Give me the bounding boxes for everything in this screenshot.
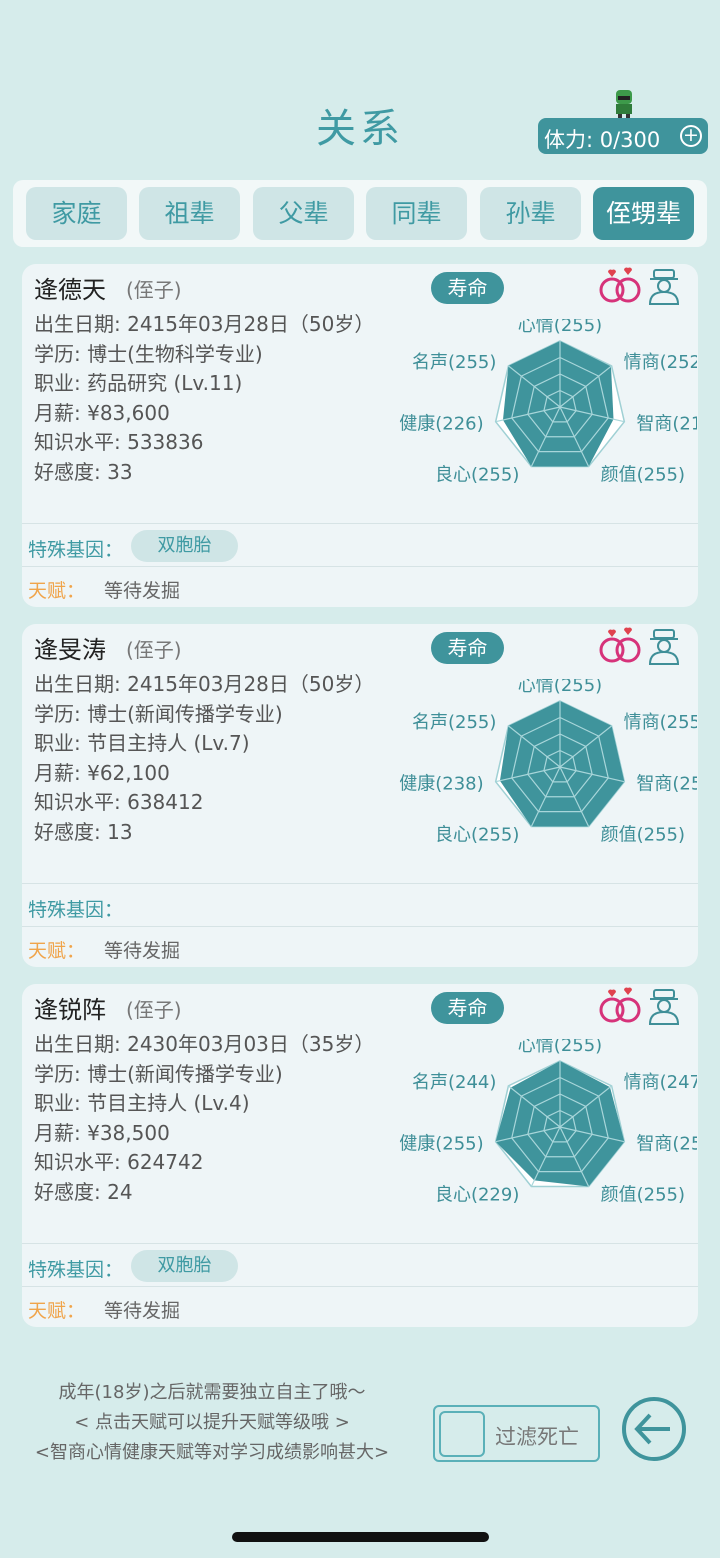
home-indicator bbox=[232, 1532, 489, 1542]
radar-label: 颜值(255) bbox=[601, 824, 685, 845]
radar-label: 智商(255) bbox=[636, 1134, 697, 1155]
talent-label: 天赋： bbox=[28, 940, 86, 962]
radar-label: 良心(229) bbox=[435, 1184, 519, 1205]
divider bbox=[22, 566, 698, 567]
divider bbox=[22, 523, 698, 524]
lifespan-button[interactable]: 寿命 bbox=[431, 992, 504, 1024]
radar-label: 心情(255) bbox=[518, 679, 602, 696]
rings-icon[interactable] bbox=[598, 266, 642, 306]
plus-icon[interactable]: + bbox=[680, 125, 702, 147]
lifespan-button[interactable]: 寿命 bbox=[431, 632, 504, 664]
talent-value[interactable]: 等待发掘 bbox=[104, 1296, 180, 1323]
divider bbox=[22, 883, 698, 884]
relation-tabs: 家庭 祖辈 父辈 同辈 孙辈 侄甥辈 bbox=[13, 180, 707, 247]
tab-grandchildren[interactable]: 孙辈 bbox=[480, 187, 581, 240]
person-icon[interactable] bbox=[646, 628, 682, 666]
talent-label: 天赋： bbox=[28, 1300, 86, 1322]
relative-relation: (侄子) bbox=[126, 278, 182, 302]
radar-label: 健康(226) bbox=[399, 414, 483, 435]
radar-label: 情商(252) bbox=[624, 352, 697, 373]
radar-label: 颜值(255) bbox=[601, 1184, 685, 1205]
stamina-label: 体力: 0/300 bbox=[544, 128, 661, 152]
relative-info: 出生日期: 2430年03月03日（35岁） 学历: 博士(新闻传播学专业) 职… bbox=[34, 1032, 375, 1204]
stamina-indicator: 体力: 0/300 + bbox=[538, 118, 708, 154]
rings-icon[interactable] bbox=[598, 626, 642, 666]
radar-data-area bbox=[499, 701, 625, 827]
special-gene-label: 特殊基因： bbox=[28, 539, 124, 561]
radar-label: 良心(255) bbox=[435, 464, 519, 485]
attribute-radar-chart: 心情(255) 情商(252) 智商(212) 颜值(255) 良心(255) 健康(22… bbox=[399, 319, 697, 485]
rings-icon[interactable] bbox=[598, 986, 642, 1026]
radar-label: 名声(244) bbox=[412, 1072, 496, 1093]
talent-label: 天赋： bbox=[28, 580, 86, 602]
radar-label: 名声(255) bbox=[412, 712, 496, 733]
special-gene-chip[interactable]: 双胞胎 bbox=[131, 1250, 238, 1282]
tab-peers[interactable]: 同辈 bbox=[366, 187, 467, 240]
talent-value[interactable]: 等待发掘 bbox=[104, 936, 180, 963]
radar-label: 心情(255) bbox=[518, 319, 602, 336]
mascot-icon bbox=[616, 90, 632, 121]
relative-relation: (侄子) bbox=[126, 998, 182, 1022]
radar-label: 智商(212) bbox=[636, 414, 697, 435]
hint-text: 成年(18岁)之后就需要独立自主了哦～ < 点击天赋可以提升天赋等级哦 > <智… bbox=[34, 1382, 390, 1463]
divider bbox=[22, 926, 698, 927]
tab-family[interactable]: 家庭 bbox=[26, 187, 127, 240]
radar-label: 情商(255) bbox=[624, 712, 697, 733]
relative-info: 出生日期: 2415年03月28日（50岁） 学历: 博士(生物科学专业) 职业… bbox=[34, 312, 375, 484]
relative-name: 逄锐阵 bbox=[34, 996, 106, 1024]
person-icon[interactable] bbox=[646, 268, 682, 306]
filter-label: 过滤死亡 bbox=[495, 1425, 579, 1449]
filter-dead-toggle[interactable]: 过滤死亡 bbox=[433, 1405, 600, 1462]
relative-card[interactable]: 逄德天 (侄子) 出生日期: 2415年03月28日（50岁） 学历: 博士(生… bbox=[22, 264, 698, 607]
special-gene-label: 特殊基因： bbox=[28, 899, 124, 921]
relative-card[interactable]: 逄旻涛 (侄子) 出生日期: 2415年03月28日（50岁） 学历: 博士(新… bbox=[22, 624, 698, 967]
radar-label: 健康(255) bbox=[399, 1134, 483, 1155]
special-gene-label: 特殊基因： bbox=[28, 1259, 124, 1281]
special-gene-chip[interactable]: 双胞胎 bbox=[131, 530, 238, 562]
divider bbox=[22, 1243, 698, 1244]
radar-label: 颜值(255) bbox=[601, 464, 685, 485]
relative-info: 出生日期: 2415年03月28日（50岁） 学历: 博士(新闻传播学专业) 职… bbox=[34, 672, 375, 844]
radar-label: 名声(255) bbox=[412, 352, 496, 373]
divider bbox=[22, 1286, 698, 1287]
radar-label: 智商(255) bbox=[636, 774, 697, 795]
radar-label: 心情(255) bbox=[518, 1039, 602, 1056]
tab-parents[interactable]: 父辈 bbox=[253, 187, 354, 240]
attribute-radar-chart: 心情(255) 情商(255) 智商(255) 颜值(255) 良心(255) 健康(23… bbox=[399, 679, 697, 845]
attribute-radar-chart: 心情(255) 情商(247) 智商(255) 颜值(255) 良心(229) 健康(25… bbox=[399, 1039, 697, 1205]
relative-relation: (侄子) bbox=[126, 638, 182, 662]
tab-nieces-nephews[interactable]: 侄甥辈 bbox=[593, 187, 694, 240]
talent-value[interactable]: 等待发掘 bbox=[104, 576, 180, 603]
lifespan-button[interactable]: 寿命 bbox=[431, 272, 504, 304]
person-icon[interactable] bbox=[646, 988, 682, 1026]
back-arrow-icon[interactable] bbox=[620, 1395, 688, 1463]
radar-label: 情商(247) bbox=[624, 1072, 697, 1093]
relative-name: 逄旻涛 bbox=[34, 636, 106, 664]
relative-name: 逄德天 bbox=[34, 276, 106, 304]
checkbox[interactable] bbox=[439, 1411, 485, 1457]
radar-label: 良心(255) bbox=[435, 824, 519, 845]
relative-card[interactable]: 逄锐阵 (侄子) 出生日期: 2430年03月03日（35岁） 学历: 博士(新… bbox=[22, 984, 698, 1327]
radar-label: 健康(238) bbox=[399, 774, 483, 795]
tab-grandparents[interactable]: 祖辈 bbox=[139, 187, 240, 240]
